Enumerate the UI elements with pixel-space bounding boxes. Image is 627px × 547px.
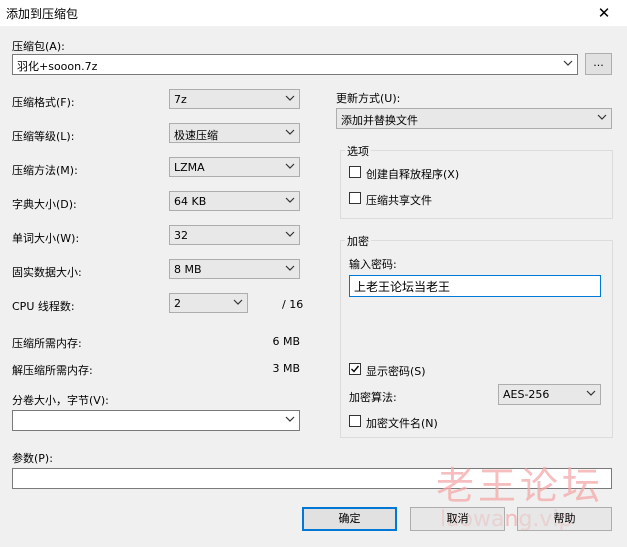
encryption-title: 加密 [345,233,371,249]
show-password-label[interactable]: 显示密码(S) [366,363,426,379]
title-bar: 添加到压缩包 ✕ [0,0,627,26]
level-label: 压缩等级(L): [12,130,75,143]
password-value: 上老王论坛当老王 [354,280,451,294]
close-icon[interactable]: ✕ [581,0,627,26]
options-group [340,150,613,219]
mem-comp-label: 压缩所需内存: [12,337,82,350]
chevron-down-icon [586,390,596,396]
format-label: 压缩格式(F): [12,96,75,109]
update-select[interactable]: 添加并替换文件 [336,108,612,129]
help-button[interactable]: 帮助 [517,507,612,531]
solid-select[interactable]: 8 MB [169,259,300,279]
cpu-value: 2 [174,297,181,310]
format-value: 7z [174,93,187,106]
dict-select[interactable]: 64 KB [169,191,300,211]
chevron-down-icon [563,60,573,66]
method-select[interactable]: LZMA [169,157,300,177]
sfx-checkbox[interactable] [349,166,361,178]
window-title: 添加到压缩包 [6,7,79,21]
chevron-down-icon [597,114,607,120]
encrypt-names-checkbox[interactable] [349,415,361,427]
watermark-cn: 老王论坛 [436,464,605,508]
word-value: 32 [174,229,188,242]
sfx-label[interactable]: 创建自释放程序(X) [366,166,459,182]
update-value: 添加并替换文件 [341,114,418,127]
level-value: 极速压缩 [174,129,218,142]
chevron-down-icon [285,129,295,135]
enc-method-select[interactable]: AES-256 [498,384,601,405]
browse-button[interactable]: ... [585,53,612,75]
solid-value: 8 MB [174,263,202,276]
checkmark-icon [351,365,360,373]
dict-value: 64 KB [174,195,207,208]
options-title: 选项 [345,143,371,159]
shared-label[interactable]: 压缩共享文件 [366,192,432,208]
chevron-down-icon [285,163,295,169]
volume-label: 分卷大小，字节(V): [12,394,109,407]
show-password-checkbox[interactable] [349,363,361,375]
archive-path-combo[interactable]: 羽化+sooon.7z [12,54,578,75]
mem-comp-value: 6 MB [272,335,300,348]
enc-method-label: 加密算法: [349,391,397,404]
chevron-down-icon [285,416,295,422]
chevron-down-icon [285,265,295,271]
archive-label: 压缩包(A): [12,40,65,53]
method-label: 压缩方法(M): [12,164,78,177]
add-to-archive-dialog: 添加到压缩包 ✕ 压缩包(A): 羽化+sooon.7z ... 压缩格式(F)… [0,0,627,547]
word-select[interactable]: 32 [169,225,300,245]
cpu-select[interactable]: 2 [169,293,248,313]
password-input[interactable]: 上老王论坛当老王 [349,275,601,297]
update-label: 更新方式(U): [336,92,401,105]
chevron-down-icon [285,95,295,101]
volume-combo[interactable] [12,410,300,431]
shared-checkbox[interactable] [349,192,361,204]
chevron-down-icon [233,299,243,305]
mem-decomp-label: 解压缩所需内存: [12,364,93,377]
ok-button[interactable]: 确定 [302,507,397,531]
format-select[interactable]: 7z [169,89,300,109]
solid-label: 固实数据大小: [12,266,82,279]
level-select[interactable]: 极速压缩 [169,123,300,143]
word-label: 单词大小(W): [12,232,80,245]
encrypt-names-label[interactable]: 加密文件名(N) [366,415,438,431]
params-label: 参数(P): [12,452,53,465]
password-label: 输入密码: [349,258,397,271]
mem-decomp-value: 3 MB [272,362,300,375]
enc-method-value: AES-256 [503,388,550,401]
cpu-total: / 16 [282,298,304,311]
chevron-down-icon [285,197,295,203]
cancel-button[interactable]: 取消 [410,507,505,531]
dict-label: 字典大小(D): [12,198,77,211]
archive-path-value: 羽化+sooon.7z [17,60,98,73]
chevron-down-icon [285,231,295,237]
cpu-label: CPU 线程数: [12,300,75,313]
method-value: LZMA [174,161,205,174]
